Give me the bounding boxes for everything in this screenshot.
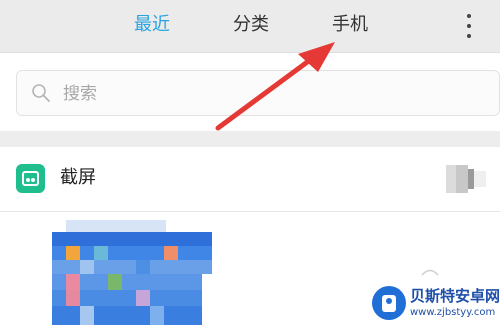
search-icon	[32, 84, 50, 102]
section-divider	[0, 131, 500, 147]
watermark-url: www.zjbstyy.com	[410, 307, 496, 318]
search-placeholder: 搜索	[63, 84, 97, 104]
search-input[interactable]: 搜索	[16, 70, 500, 116]
tab-category[interactable]: 分类	[233, 12, 269, 38]
search-area: 搜索	[0, 53, 500, 131]
screenshot-folder-icon	[16, 164, 45, 193]
site-watermark: 贝斯特安卓网 www.zjbstyy.com	[372, 283, 500, 325]
pixelated-image-thumbnail[interactable]	[52, 220, 212, 325]
loading-indicator-icon	[421, 269, 439, 276]
folder-row-screenshots[interactable]: 截屏	[0, 147, 500, 212]
blurred-thumbnail	[446, 165, 490, 193]
more-vertical-icon[interactable]	[460, 12, 478, 40]
folder-title: 截屏	[60, 167, 96, 188]
tab-phone[interactable]: 手机	[332, 12, 368, 38]
top-tab-bar: 最近 分类 手机	[0, 0, 500, 53]
tab-recent[interactable]: 最近	[134, 12, 170, 38]
watermark-logo-icon	[372, 286, 406, 320]
watermark-name: 贝斯特安卓网	[410, 287, 500, 305]
